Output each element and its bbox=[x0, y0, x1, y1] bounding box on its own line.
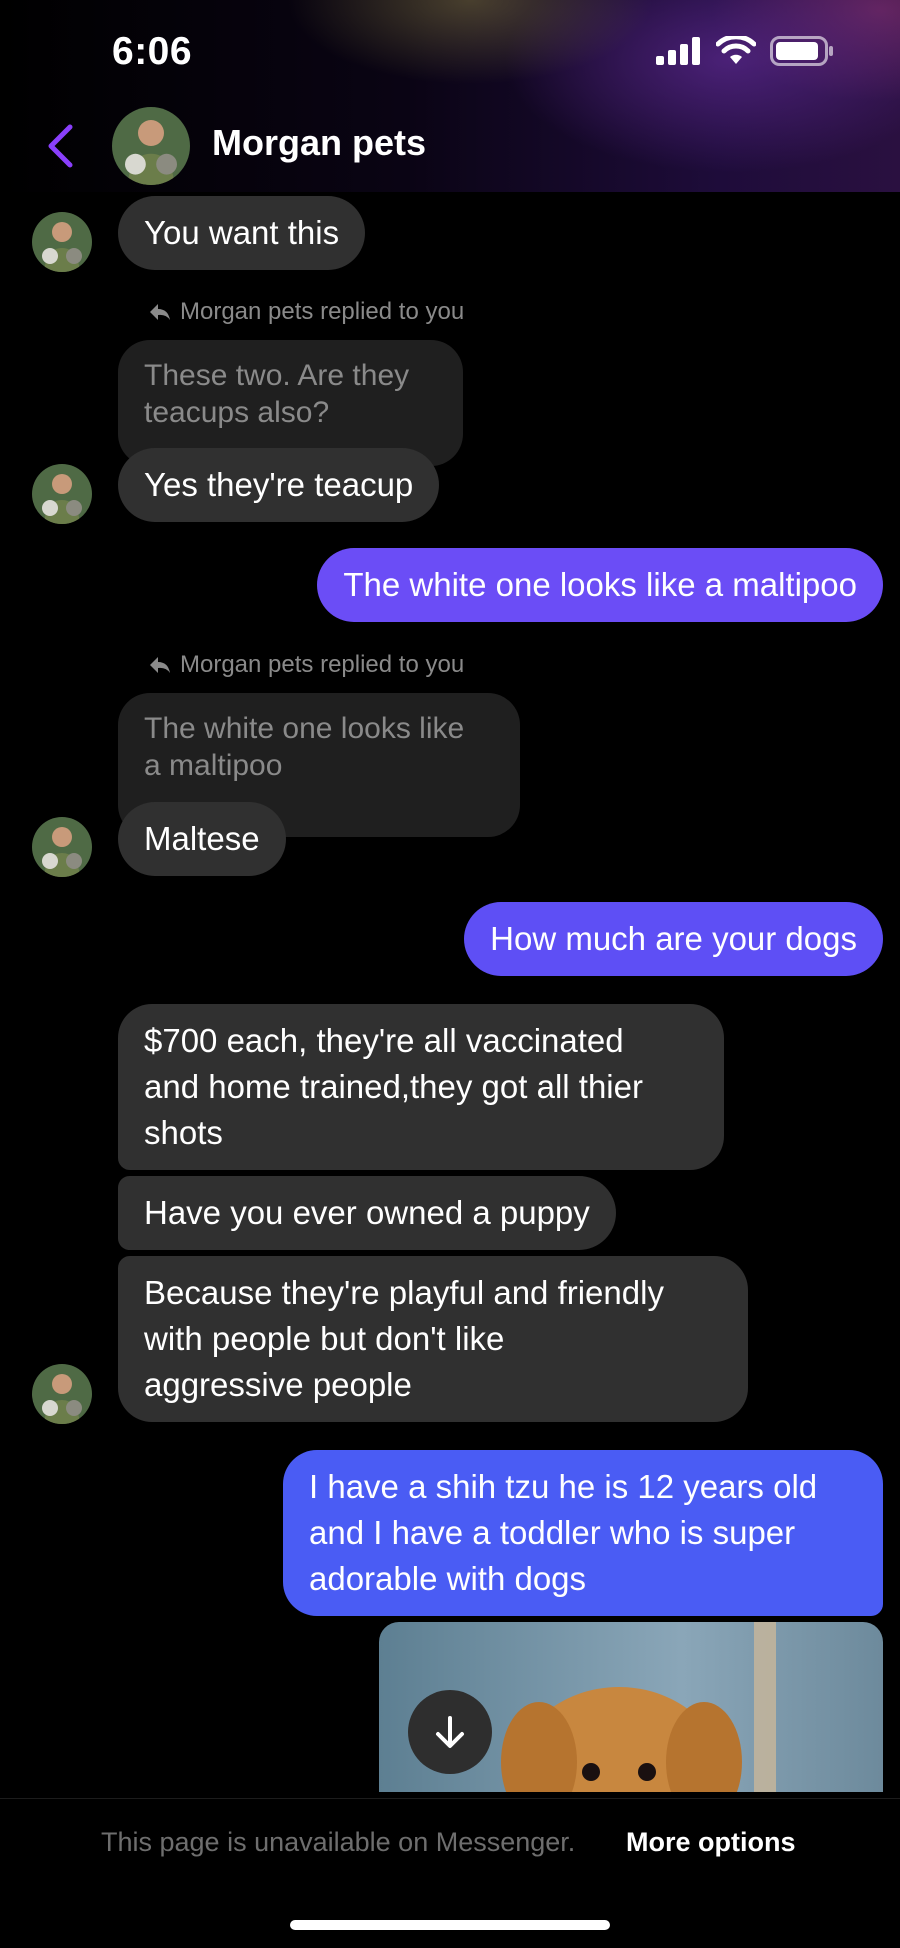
message-bubble[interactable]: Maltese bbox=[118, 802, 286, 876]
message-bubble[interactable]: Yes they're teacup bbox=[118, 448, 440, 522]
message-line: with people but don't like bbox=[144, 1320, 505, 1357]
message-bubble-outgoing[interactable]: The white one looks like a maltipoo bbox=[317, 548, 883, 622]
message-bubble[interactable]: Have you ever owned a puppy bbox=[118, 1176, 616, 1250]
quoted-line: The white one looks like bbox=[144, 712, 465, 745]
avatar-image bbox=[32, 817, 92, 877]
avatar-image bbox=[32, 212, 92, 272]
sender-avatar[interactable] bbox=[32, 1364, 92, 1424]
sender-avatar[interactable] bbox=[32, 817, 92, 877]
battery-icon bbox=[770, 36, 833, 66]
message-line: $700 each, they're all vaccinated bbox=[144, 1022, 624, 1059]
message-line: and home trained,they got all thier bbox=[144, 1068, 643, 1105]
reply-arrow-icon bbox=[150, 657, 170, 673]
message-line: adorable with dogs bbox=[309, 1560, 587, 1597]
quoted-line: These two. Are they bbox=[144, 359, 410, 392]
message-line: and I have a toddler who is super bbox=[309, 1514, 796, 1551]
message-bubble[interactable]: $700 each, they're all vaccinated and ho… bbox=[118, 1004, 724, 1170]
chevron-left-icon bbox=[48, 124, 73, 168]
avatar-image bbox=[112, 107, 190, 185]
contact-avatar[interactable] bbox=[112, 107, 190, 185]
wifi-icon bbox=[716, 36, 756, 64]
arrow-down-icon bbox=[436, 1716, 464, 1748]
message-line: shots bbox=[144, 1114, 223, 1151]
message-bubble-outgoing[interactable]: How much are your dogs bbox=[464, 902, 883, 976]
reply-arrow-icon bbox=[150, 304, 170, 320]
reply-indicator: Morgan pets replied to you bbox=[148, 651, 464, 679]
contact-name[interactable]: Morgan pets bbox=[212, 122, 426, 164]
signal-icon bbox=[656, 37, 700, 65]
message-line: aggressive people bbox=[144, 1366, 412, 1403]
message-bubble[interactable]: You want this bbox=[118, 196, 366, 270]
avatar-image bbox=[32, 464, 92, 524]
status-time: 6:06 bbox=[112, 30, 193, 73]
status-icons bbox=[656, 36, 834, 66]
sender-avatar[interactable] bbox=[32, 464, 92, 524]
reply-indicator-text: Morgan pets replied to you bbox=[180, 298, 465, 325]
message-line: I have a shih tzu he is 12 years old bbox=[309, 1468, 818, 1505]
reply-indicator-text: Morgan pets replied to you bbox=[180, 651, 465, 678]
sender-avatar[interactable] bbox=[32, 212, 92, 272]
reply-indicator: Morgan pets replied to you bbox=[148, 298, 464, 326]
avatar-image bbox=[32, 1364, 92, 1424]
message-line: Because they're playful and friendly bbox=[144, 1274, 664, 1311]
message-bubble-outgoing[interactable]: I have a shih tzu he is 12 years old and… bbox=[283, 1450, 883, 1616]
message-bubble[interactable]: Because they're playful and friendly wit… bbox=[118, 1256, 748, 1422]
quoted-line: a maltipoo bbox=[144, 749, 283, 782]
back-button[interactable] bbox=[40, 118, 80, 174]
home-indicator[interactable] bbox=[290, 1920, 610, 1930]
composer-footer: This page is unavailable on Messenger. M… bbox=[0, 1798, 900, 1948]
scroll-to-bottom-button[interactable] bbox=[408, 1690, 492, 1774]
quoted-line: teacups also? bbox=[144, 396, 330, 429]
more-options-link[interactable]: More options bbox=[626, 1827, 796, 1858]
unavailable-notice: This page is unavailable on Messenger. bbox=[101, 1827, 576, 1857]
